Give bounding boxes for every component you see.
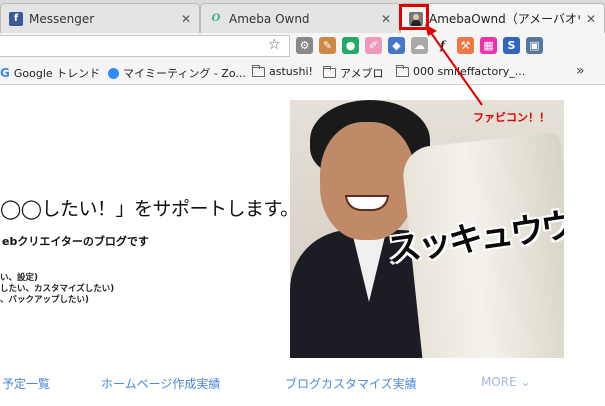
bookmarks-overflow-icon[interactable]: »	[576, 63, 585, 79]
pencil-extension-icon[interactable]: ✎	[319, 37, 336, 54]
folder-icon	[396, 64, 409, 77]
bookmark-folder-astushi[interactable]: astushi!	[252, 64, 313, 78]
zoom-icon	[108, 67, 119, 79]
grid-extension-icon[interactable]: ▦	[480, 37, 497, 54]
gear-extension-icon[interactable]: ⚙	[296, 37, 313, 54]
tab-amebaownd-active[interactable]: AmebaOwnd（アメーバオウン ✕	[400, 3, 605, 33]
tab-strip: f Messenger ✕ O Ameba Ownd ✕ AmebaOwnd（ア…	[0, 0, 605, 33]
folder-icon	[252, 64, 265, 77]
bookmark-label: アメブロ	[340, 67, 384, 80]
bookmark-label: Google トレンド	[13, 67, 101, 80]
description-line: したい、カスタマイズしたい)	[0, 284, 115, 294]
page-subheading: ebクリエイターのブログです	[2, 235, 149, 248]
description-line: い、設定)	[0, 273, 38, 283]
bookmark-zoom-meeting[interactable]: マイミーティング - Zo...	[108, 65, 246, 81]
tab-ameba-ownd[interactable]: O Ameba Ownd ✕	[200, 3, 400, 33]
tab-title: AmebaOwnd（アメーバオウン	[429, 12, 580, 26]
formula-extension-icon[interactable]: f	[434, 37, 451, 54]
hammer-extension-icon[interactable]: ⚒	[457, 37, 474, 54]
tab-messenger[interactable]: f Messenger ✕	[0, 3, 200, 33]
close-icon[interactable]: ✕	[381, 12, 391, 26]
tab-title: Messenger	[29, 11, 95, 26]
note-extension-icon[interactable]: ✐	[365, 37, 382, 54]
tab-title: Ameba Ownd	[229, 11, 310, 26]
circle-extension-icon[interactable]: ●	[342, 37, 359, 54]
facebook-icon: f	[9, 11, 23, 26]
puzzle-extension-icon[interactable]: ◆	[388, 37, 405, 54]
page-headline: ◯◯したい！」をサポートします。	[0, 198, 299, 220]
cloud-extension-icon[interactable]: ☁	[411, 37, 428, 54]
window-extension-icon[interactable]: ▣	[526, 37, 543, 54]
address-bar[interactable]	[0, 35, 290, 57]
favicon-annotation-label: ファビコン！！	[473, 111, 550, 124]
page-description: い、設定) したい、カスタマイズしたい) 、バックアップしたい)	[0, 273, 114, 306]
folder-icon	[323, 66, 336, 78]
hero-photo: スッキュウウン	[290, 100, 564, 358]
s-extension-icon[interactable]: S	[503, 37, 520, 54]
bookmark-label: astushi!	[269, 65, 313, 78]
close-icon[interactable]: ✕	[181, 12, 191, 26]
bookmarks-bar: G Google トレンド マイミーティング - Zo... astushi! …	[0, 60, 605, 85]
nav-link-blog-customize-works[interactable]: ブログカスタマイズ実績	[285, 375, 417, 392]
favicon-highlight-box	[399, 4, 429, 30]
nav-more-button[interactable]: MORE ⌄	[481, 375, 531, 389]
bookmark-google-trends[interactable]: G Google トレンド	[0, 65, 100, 81]
ameba-ownd-icon: O	[211, 13, 221, 24]
bookmark-label: マイミーティング - Zo...	[123, 67, 246, 80]
bookmark-folder-smileffactory[interactable]: 000 smileffactory_...	[396, 64, 526, 78]
bookmark-folder-ameblo[interactable]: アメブロ	[323, 65, 383, 81]
close-icon[interactable]: ✕	[586, 12, 596, 26]
description-line: 、バックアップしたい)	[0, 295, 89, 305]
extension-icons: ⚙ ✎ ● ✐ ◆ ☁ f ⚒ ▦ S ▣	[296, 37, 543, 54]
bookmark-star-icon[interactable]: ☆	[268, 37, 281, 53]
browser-toolbar: ☆ ⚙ ✎ ● ✐ ◆ ☁ f ⚒ ▦ S ▣	[0, 33, 605, 60]
google-icon: G	[0, 66, 10, 80]
nav-link-homepage-works[interactable]: ホームページ作成実績	[101, 375, 220, 392]
bookmark-label: 000 smileffactory_...	[413, 65, 526, 78]
nav-link-schedule[interactable]: 予定一覧	[2, 375, 50, 392]
